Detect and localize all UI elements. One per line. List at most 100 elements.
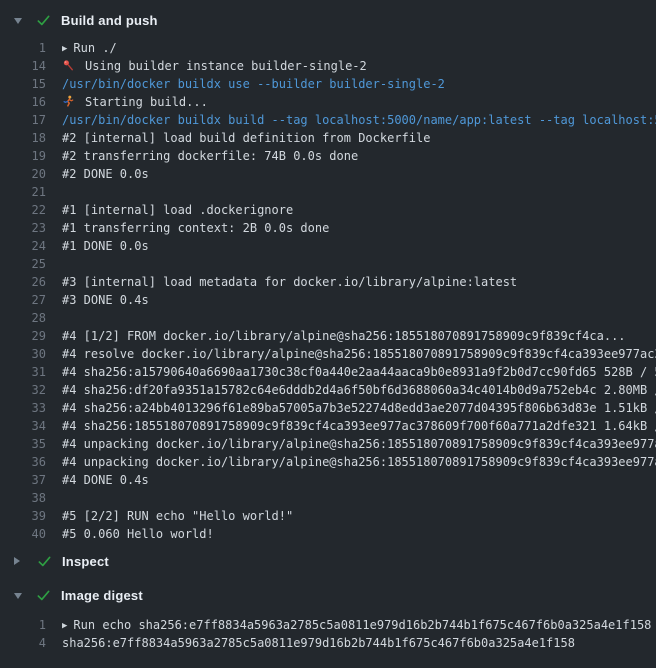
section-log-lines: 1 ▶ Run echo sha256:e7ff8834a5963a2785c5a0…	[0, 616, 656, 652]
log-text: #4 resolve docker.io/library/alpine@sha2…	[62, 347, 656, 361]
line-number[interactable]: 39	[0, 507, 46, 525]
line-number[interactable]: 1	[0, 616, 46, 634]
log-text: #4 sha256:a24bb4013296f61e89ba57005a7b3e…	[62, 401, 656, 415]
log-text: #4 sha256:a15790640a6690aa1730c38cf0a440…	[62, 365, 656, 379]
line-number[interactable]: 38	[0, 489, 46, 507]
log-text: #4 unpacking docker.io/library/alpine@sh…	[62, 455, 656, 469]
line-number[interactable]: 17	[0, 111, 46, 129]
section-build-and-push: Build and push 1 ▶ Run ./ 14 Using builder i…	[0, 10, 656, 543]
log-line: 22 #1 [internal] load .dockerignore	[0, 201, 656, 219]
line-number[interactable]: 27	[0, 291, 46, 309]
runner-icon	[62, 95, 77, 108]
log-text: #1 DONE 0.0s	[62, 239, 149, 253]
log-text: #1 transferring context: 2B 0.0s done	[62, 221, 329, 235]
chevron-down-icon[interactable]	[14, 593, 22, 599]
log-line: 28	[0, 309, 656, 327]
chevron-right-icon[interactable]	[14, 557, 20, 565]
log-text: #3 DONE 0.4s	[62, 293, 149, 307]
line-number[interactable]: 36	[0, 453, 46, 471]
log-line: 26 #3 [internal] load metadata for docker…	[0, 273, 656, 291]
line-number[interactable]: 4	[0, 634, 46, 652]
section-title: Inspect	[62, 554, 109, 569]
section-image-digest: Image digest 1 ▶ Run echo sha256:e7ff8834a…	[0, 585, 656, 652]
line-number[interactable]: 33	[0, 399, 46, 417]
section-title: Image digest	[61, 588, 143, 603]
line-number[interactable]: 37	[0, 471, 46, 489]
log-text: #4 [1/2] FROM docker.io/library/alpine@s…	[62, 329, 626, 343]
log-line: 19#2 transferring dockerfile: 74B 0.0s d…	[0, 147, 656, 165]
log-text: /usr/bin/docker buildx use --builder bui…	[62, 77, 445, 91]
line-number[interactable]: 25	[0, 255, 46, 273]
line-number[interactable]: 40	[0, 525, 46, 543]
line-number[interactable]: 20	[0, 165, 46, 183]
log-line: 24 #1 DONE 0.0s	[0, 237, 656, 255]
log-line: 16 Starting build...	[0, 93, 656, 111]
log-text: #2 [internal] load build definition from…	[62, 131, 430, 145]
run-toggle-icon[interactable]: ▶	[62, 40, 67, 57]
log-line: 39 #5 [2/2] RUN echo "Hello world!"	[0, 507, 656, 525]
line-number[interactable]: 29	[0, 327, 46, 345]
log-line: 1 ▶ Run ./	[0, 39, 656, 57]
check-success-icon	[36, 588, 51, 603]
log-text: #4 DONE 0.4s	[62, 473, 149, 487]
line-number[interactable]: 32	[0, 381, 46, 399]
line-number[interactable]: 31	[0, 363, 46, 381]
log-line: 35 #4 unpacking docker.io/library/alpine@…	[0, 435, 656, 453]
log-line: 4sha256:e7ff8834a5963a2785c5a0811e979d16…	[0, 634, 656, 652]
log-line: 29 #4 [1/2] FROM docker.io/library/alpine…	[0, 327, 656, 345]
log-text: #4 sha256:df20fa9351a15782c64e6dddb2d4a6…	[62, 383, 656, 397]
log-line: 17/usr/bin/docker buildx build --tag loc…	[0, 111, 656, 129]
log-text: #3 [internal] load metadata for docker.i…	[62, 275, 517, 289]
section-header-inspect[interactable]: Inspect	[0, 551, 656, 571]
line-number[interactable]: 30	[0, 345, 46, 363]
check-success-icon	[37, 554, 52, 569]
log-line: 31 #4 sha256:a15790640a6690aa1730c38cf0a4…	[0, 363, 656, 381]
section-header-image-digest[interactable]: Image digest	[0, 585, 656, 605]
section-log-lines: 1 ▶ Run ./ 14 Using builder instance builder…	[0, 39, 656, 543]
log-line: 40 #5 0.060 Hello world!	[0, 525, 656, 543]
log-text: Starting build...	[85, 95, 208, 109]
log-text: Run echo sha256:e7ff8834a5963a2785c5a081…	[73, 618, 651, 632]
line-number[interactable]: 34	[0, 417, 46, 435]
line-number[interactable]: 35	[0, 435, 46, 453]
line-number[interactable]: 15	[0, 75, 46, 93]
log-text: #1 [internal] load .dockerignore	[62, 203, 293, 217]
log-line: 38	[0, 489, 656, 507]
log-text: Run ./	[73, 41, 116, 55]
log-text: #4 unpacking docker.io/library/alpine@sh…	[62, 437, 656, 451]
line-number[interactable]: 19	[0, 147, 46, 165]
check-success-icon	[36, 13, 51, 28]
log-viewer: Build and push 1▶Run ./14Using builder i…	[0, 10, 656, 652]
log-line: 18 #2 [internal] load build definition fr…	[0, 129, 656, 147]
line-number[interactable]: 23	[0, 219, 46, 237]
log-text: #4 sha256:185518070891758909c9f839cf4ca3…	[62, 419, 656, 433]
log-line: 30 #4 resolve docker.io/library/alpine@sh…	[0, 345, 656, 363]
log-line: 33 #4 sha256:a24bb4013296f61e89ba57005a7b…	[0, 399, 656, 417]
log-text: /usr/bin/docker buildx build --tag local…	[62, 113, 656, 127]
log-line: 25	[0, 255, 656, 273]
log-line: 23 #1 transferring context: 2B 0.0s done	[0, 219, 656, 237]
log-line: 15/usr/bin/docker buildx use --builder b…	[0, 75, 656, 93]
log-line: 32 #4 sha256:df20fa9351a15782c64e6dddb2d4…	[0, 381, 656, 399]
log-line: 34 #4 sha256:185518070891758909c9f839cf4c…	[0, 417, 656, 435]
section-inspect: Inspect	[0, 551, 656, 571]
log-line: 14 Using builder instance builder-single-…	[0, 57, 656, 75]
log-text: #5 0.060 Hello world!	[62, 527, 214, 541]
run-toggle-icon[interactable]: ▶	[62, 617, 67, 634]
line-number[interactable]: 16	[0, 93, 46, 111]
line-number[interactable]: 21	[0, 183, 46, 201]
log-text: Using builder instance builder-single-2	[85, 59, 367, 73]
log-line: 27 #3 DONE 0.4s	[0, 291, 656, 309]
line-number[interactable]: 14	[0, 57, 46, 75]
line-number[interactable]: 1	[0, 39, 46, 57]
line-number[interactable]: 28	[0, 309, 46, 327]
line-number[interactable]: 22	[0, 201, 46, 219]
log-text: #5 [2/2] RUN echo "Hello world!"	[62, 509, 293, 523]
line-number[interactable]: 26	[0, 273, 46, 291]
line-number[interactable]: 18	[0, 129, 46, 147]
chevron-down-icon[interactable]	[14, 18, 22, 24]
log-line: 21	[0, 183, 656, 201]
line-number[interactable]: 24	[0, 237, 46, 255]
log-line: 1 ▶ Run echo sha256:e7ff8834a5963a2785c5a0…	[0, 616, 656, 634]
section-header-build-and-push[interactable]: Build and push	[0, 10, 656, 30]
